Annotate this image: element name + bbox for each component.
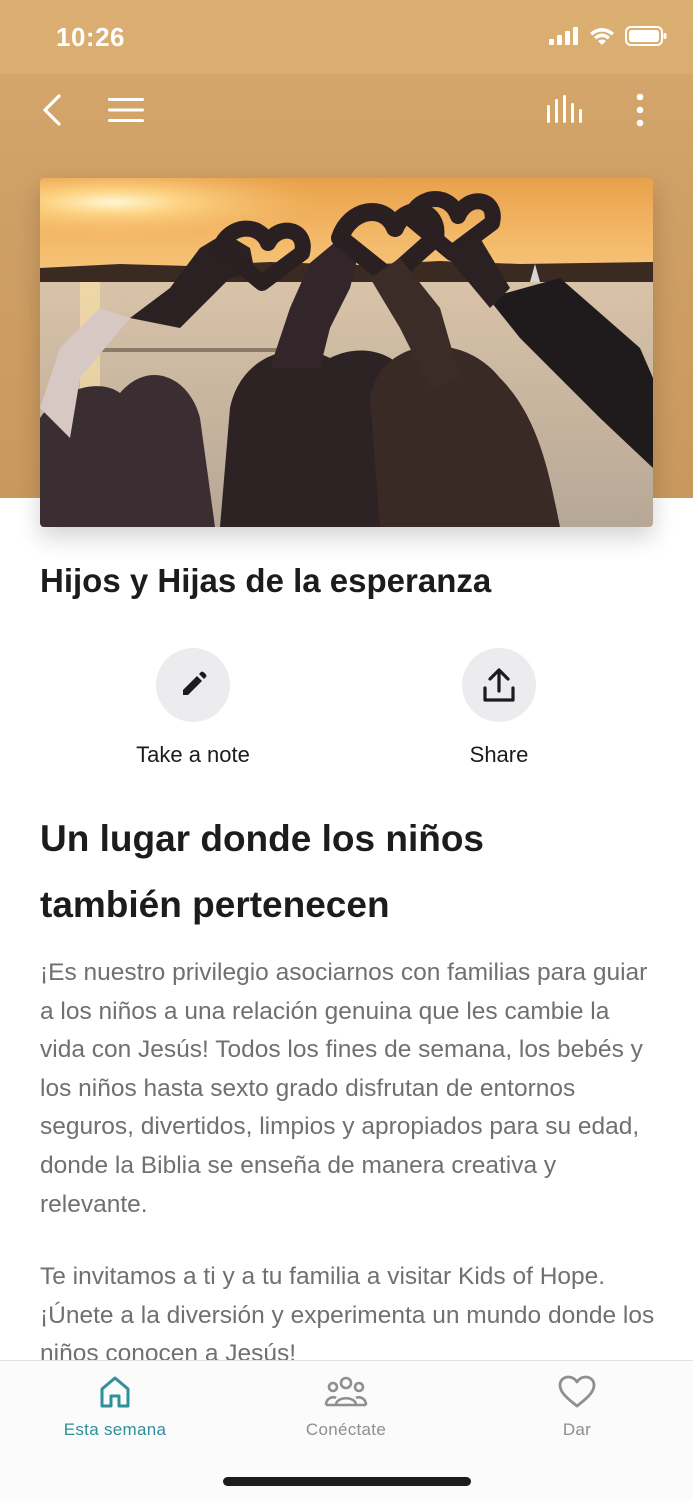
battery-icon <box>625 26 667 46</box>
hero-image <box>40 178 653 527</box>
tab-label-esta-semana: Esta semana <box>63 1420 167 1439</box>
tab-esta-semana[interactable]: Esta semana <box>25 1375 205 1440</box>
tab-conectate[interactable]: Conéctate <box>256 1375 436 1440</box>
audio-bars-icon <box>547 95 582 123</box>
status-time: 10:26 <box>56 22 125 52</box>
more-options-button[interactable] <box>614 84 666 136</box>
tab-label-dar: Dar <box>562 1420 592 1439</box>
status-icons <box>549 26 667 46</box>
share-circle[interactable] <box>462 648 536 722</box>
chevron-left-icon <box>43 94 61 126</box>
vertical-dots-icon <box>636 93 644 127</box>
paragraph-1: ¡Es nuestro privilegio asociarnos con fa… <box>40 959 648 1218</box>
pencil-icon <box>183 671 207 695</box>
status-bar: 10:26 <box>0 0 693 74</box>
share-label: Share <box>469 742 529 767</box>
take-note-button[interactable]: Take a note <box>93 648 293 768</box>
take-note-label: Take a note <box>136 742 250 767</box>
back-button[interactable] <box>26 84 78 136</box>
home-icon <box>100 1376 130 1408</box>
audio-button[interactable] <box>540 84 592 136</box>
people-icon <box>324 1376 368 1407</box>
home-indicator <box>223 1477 471 1486</box>
hamburger-menu-icon <box>108 98 144 122</box>
section-heading: Un lugar donde los niños también pertene… <box>40 806 660 938</box>
share-upload-icon <box>483 668 515 702</box>
section-heading-line-1: Un lugar donde los niños <box>40 818 484 859</box>
paragraph-2: Te invitamos a ti y a tu familia a visit… <box>40 1263 655 1368</box>
sunset-heart-hands-illustration <box>40 178 653 527</box>
take-note-circle[interactable] <box>156 648 230 722</box>
tab-label-conectate: Conéctate <box>305 1420 387 1439</box>
page-title: Hijos y Hijas de la esperanza <box>40 562 492 599</box>
menu-button[interactable] <box>100 84 152 136</box>
wifi-icon <box>590 28 614 45</box>
share-button[interactable]: Share <box>399 648 599 768</box>
navigation-bar <box>0 74 693 148</box>
heart-icon <box>558 1375 596 1408</box>
section-heading-line-2: también pertenecen <box>40 884 390 925</box>
signal-icon <box>549 27 578 45</box>
tab-dar[interactable]: Dar <box>487 1375 667 1440</box>
